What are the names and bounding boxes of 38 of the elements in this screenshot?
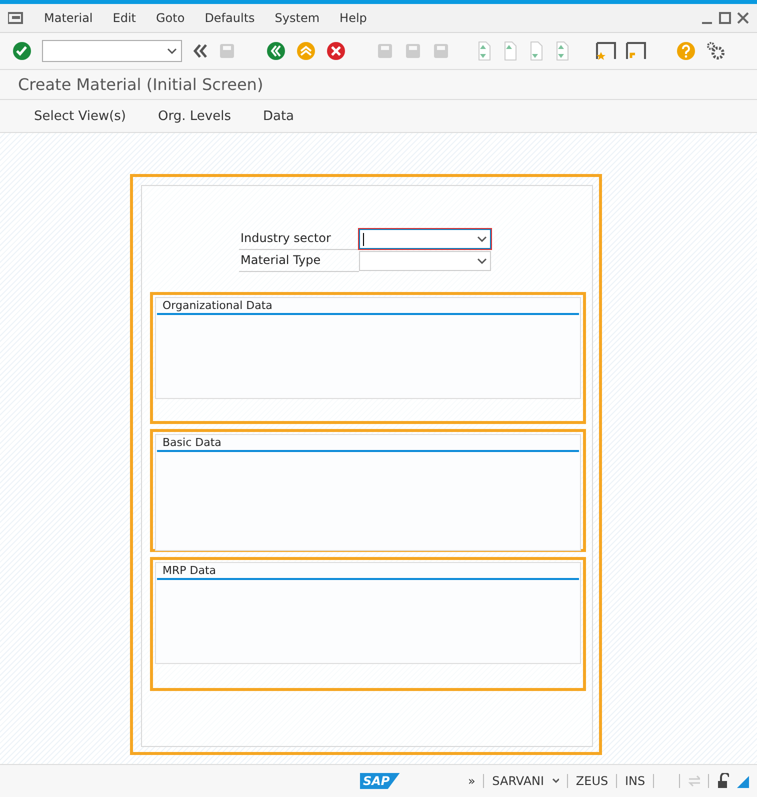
window-star-icon[interactable] [596,41,616,61]
back-icon[interactable] [266,41,286,61]
toolbar-button[interactable]: Org. Levels [158,108,231,124]
resize-grip-icon[interactable] [736,774,750,788]
menu-item[interactable]: Edit [112,11,136,25]
menu-item[interactable]: Defaults [204,11,255,25]
user-name[interactable]: SARVANI [492,774,544,788]
chevron-down-icon [476,258,486,264]
system-name: ZEUS [576,774,608,788]
command-field[interactable] [42,40,182,62]
menu-item[interactable]: Material [44,11,93,25]
menu-icon[interactable] [8,12,24,24]
cancel-icon[interactable] [326,41,346,61]
settings-icon[interactable] [706,41,726,61]
unlock-icon[interactable] [716,773,729,789]
maximize-icon[interactable] [719,12,731,24]
screen-title: Create Material (Initial Screen) [0,70,757,100]
field-label: Material Type [238,250,358,272]
menu-item[interactable]: Goto [156,11,185,25]
chevron-down-icon [476,236,486,242]
window-arrow-icon[interactable] [626,41,646,61]
toolbar-button[interactable]: Data [262,108,294,124]
dropdown-field[interactable] [358,229,490,249]
toolbar-button[interactable]: Select View(s) [34,108,126,124]
expand-toggle[interactable]: » [468,774,476,788]
checkmark-icon[interactable] [12,41,32,61]
close-icon[interactable] [737,12,749,24]
menu-item[interactable]: System [274,11,320,25]
group-title: Organizational Data [156,298,578,315]
double-chevron-left-icon[interactable] [192,43,208,59]
chevron-down-icon [167,48,177,54]
group-title: MRP Data [156,563,578,580]
chevron-down-icon[interactable] [552,778,560,784]
dropdown-field[interactable] [358,251,490,271]
input-mode: INS [625,774,646,788]
logo: SAP [360,773,400,789]
group-title: Basic Data [156,435,578,452]
menu-item[interactable]: Help [340,11,367,25]
